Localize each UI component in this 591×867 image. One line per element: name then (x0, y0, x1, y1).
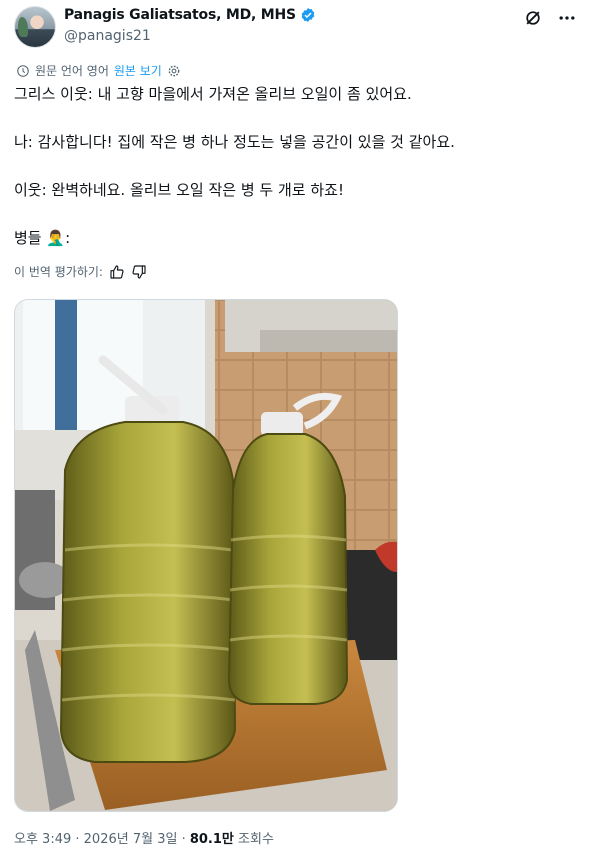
tweet-time[interactable]: 오후 3:49 (14, 832, 71, 847)
thumbs-down-icon[interactable] (131, 264, 147, 280)
tweet-line: 이웃: 완벽하네요. 올리브 오일 작은 병 두 개로 하죠! (14, 181, 344, 199)
translation-label: 원문 언어 영어 (35, 64, 109, 78)
tweet-line-last: 병들 🤦‍♂️: (14, 226, 70, 250)
colon: : (65, 229, 71, 247)
tweet-photo[interactable] (14, 299, 398, 812)
meta-separator: · (181, 832, 190, 847)
more-icon[interactable] (557, 8, 577, 28)
avatar[interactable] (14, 6, 56, 48)
show-original-link[interactable]: 원본 보기 (114, 62, 162, 79)
verified-badge-icon (301, 8, 315, 22)
tweet-meta: 오후 3:49 · 2026년 7월 3일 · 80.1만 조회수 (14, 828, 274, 847)
tweet-line-text: 병들 (14, 229, 42, 247)
settings-gear-icon[interactable] (167, 64, 181, 78)
olive-oil-jugs-image (15, 300, 397, 811)
tweet-date[interactable]: 2026년 7월 3일 (84, 832, 178, 847)
tweet-line: 그리스 이웃: 내 고향 마을에서 가져온 올리브 오일이 좀 있어요. (14, 85, 412, 103)
author-handle[interactable]: @panagis21 (64, 28, 151, 44)
rate-translation-label: 이 번역 평가하기: (14, 265, 103, 279)
tweet-header: Panagis Galiatsatos, MD, MHS @panagis21 (14, 4, 579, 48)
grok-icon[interactable] (523, 8, 543, 28)
author-name[interactable]: Panagis Galiatsatos, MD, MHS (64, 7, 296, 23)
rate-translation-row: 이 번역 평가하기: (14, 263, 147, 280)
facepalm-emoji: 🤦‍♂️ (46, 229, 66, 247)
view-count-label: 조회수 (238, 832, 274, 847)
meta-separator: · (75, 832, 84, 847)
view-count: 80.1만 (189, 832, 234, 847)
translation-row: 원문 언어 영어 원본 보기 (16, 62, 181, 79)
author-name-row: Panagis Galiatsatos, MD, MHS (64, 7, 316, 23)
tweet-line: 나: 감사합니다! 집에 작은 병 하나 정도는 넣을 공간이 있을 것 같아요… (14, 133, 455, 151)
thumbs-up-icon[interactable] (109, 264, 125, 280)
translate-icon (17, 64, 29, 77)
